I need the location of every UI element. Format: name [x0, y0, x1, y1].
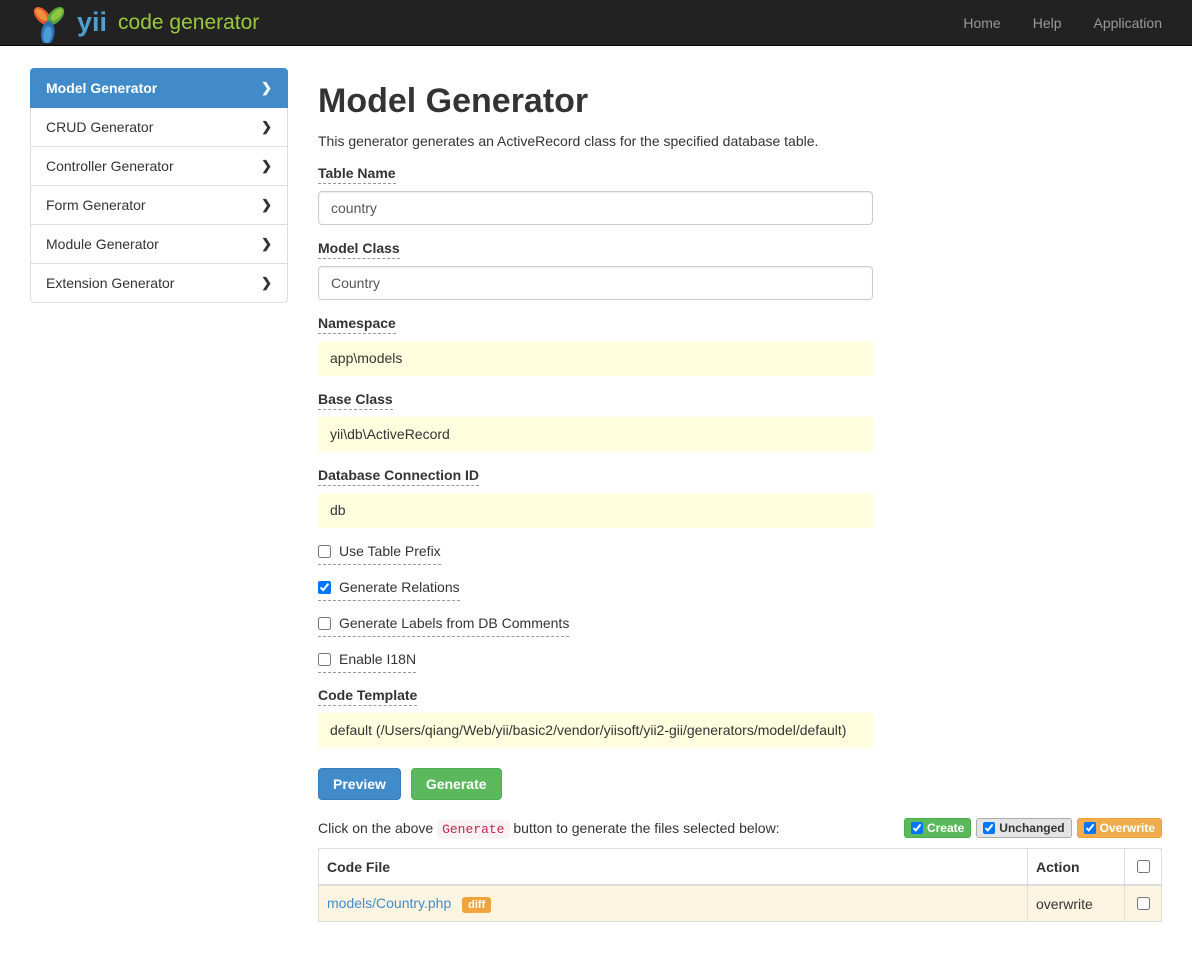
namespace-value[interactable]: app\models — [318, 341, 873, 376]
checkbox-label-text: Generate Relations — [339, 579, 460, 595]
brand-yii-text: yii — [77, 9, 107, 36]
hint-suffix: button to generate the files selected be… — [513, 820, 779, 836]
namespace-label[interactable]: Namespace — [318, 315, 396, 334]
filter-create-button[interactable]: Create — [904, 818, 971, 838]
page-container: Model Generator ❯ CRUD Generator ❯ Contr… — [0, 46, 1192, 962]
header-action: Action — [1028, 849, 1125, 886]
use-table-prefix-option[interactable]: Use Table Prefix — [318, 543, 441, 565]
generate-hint: Click on the above Generate button to ge… — [318, 820, 780, 837]
sidebar-item-extension-generator[interactable]: Extension Generator ❯ — [30, 264, 288, 303]
result-filters: Create Unchanged Overwrite — [899, 818, 1162, 838]
field-code-template: Code Template default (/Users/qiang/Web/… — [318, 687, 873, 748]
yii-logo-icon — [30, 3, 68, 43]
diff-badge[interactable]: diff — [462, 897, 491, 913]
generate-relations-option[interactable]: Generate Relations — [318, 579, 460, 601]
action-cell: overwrite — [1028, 885, 1125, 922]
preview-button[interactable]: Preview — [318, 768, 401, 800]
code-template-label[interactable]: Code Template — [318, 687, 417, 706]
filter-overwrite-button[interactable]: Overwrite — [1077, 818, 1162, 838]
action-buttons: Preview Generate — [318, 768, 1162, 800]
db-connection-id-value[interactable]: db — [318, 493, 873, 528]
brand-subtitle: code generator — [118, 12, 259, 33]
nav-link-application[interactable]: Application — [1094, 15, 1163, 31]
code-template-value[interactable]: default (/Users/qiang/Web/yii/basic2/ven… — [318, 713, 873, 748]
nav-link-home[interactable]: Home — [963, 15, 1000, 31]
chevron-right-icon: ❯ — [261, 275, 272, 291]
generate-relations-checkbox[interactable] — [318, 581, 331, 594]
results-bar: Click on the above Generate button to ge… — [318, 818, 1162, 838]
hint-code-generate: Generate — [437, 820, 509, 839]
chevron-right-icon: ❯ — [261, 236, 272, 252]
checkbox-label-text: Enable I18N — [339, 651, 416, 667]
sidebar-item-crud-generator[interactable]: CRUD Generator ❯ — [30, 108, 288, 147]
sidebar-item-label: Module Generator — [46, 236, 159, 252]
filter-overwrite-checkbox[interactable] — [1084, 822, 1096, 834]
filter-create-checkbox[interactable] — [911, 822, 923, 834]
field-model-class: Model Class — [318, 240, 873, 300]
base-class-value[interactable]: yii\db\ActiveRecord — [318, 417, 873, 452]
sidebar-item-form-generator[interactable]: Form Generator ❯ — [30, 186, 288, 225]
sidebar-item-controller-generator[interactable]: Controller Generator ❯ — [30, 147, 288, 186]
filter-label: Overwrite — [1100, 821, 1155, 835]
sidebar-item-model-generator[interactable]: Model Generator ❯ — [30, 68, 288, 108]
field-namespace: Namespace app\models — [318, 315, 873, 376]
field-db-connection-id: Database Connection ID db — [318, 467, 873, 528]
use-table-prefix-checkbox[interactable] — [318, 545, 331, 558]
table-name-input[interactable] — [318, 191, 873, 225]
chevron-right-icon: ❯ — [261, 119, 272, 135]
sidebar-item-label: Controller Generator — [46, 158, 174, 174]
chevron-right-icon: ❯ — [261, 80, 272, 96]
main-content: Model Generator This generator generates… — [318, 68, 1162, 922]
table-name-label[interactable]: Table Name — [318, 165, 396, 184]
generator-description: This generator generates an ActiveRecord… — [318, 133, 1162, 149]
checkbox-enable-i18n: Enable I18N — [318, 651, 1162, 673]
db-connection-id-label[interactable]: Database Connection ID — [318, 467, 479, 486]
filter-label: Create — [927, 821, 964, 835]
sidebar-item-module-generator[interactable]: Module Generator ❯ — [30, 225, 288, 264]
checkbox-generate-labels: Generate Labels from DB Comments — [318, 615, 1162, 637]
table-header-row: Code File Action — [319, 849, 1162, 886]
chevron-right-icon: ❯ — [261, 158, 272, 174]
chevron-right-icon: ❯ — [261, 197, 272, 213]
select-all-checkbox[interactable] — [1137, 860, 1150, 873]
field-base-class: Base Class yii\db\ActiveRecord — [318, 391, 873, 452]
generate-labels-checkbox[interactable] — [318, 617, 331, 630]
filter-unchanged-button[interactable]: Unchanged — [976, 818, 1071, 838]
generate-labels-option[interactable]: Generate Labels from DB Comments — [318, 615, 569, 637]
nav-link-help[interactable]: Help — [1033, 15, 1062, 31]
code-file-link[interactable]: models/Country.php — [327, 895, 451, 911]
sidebar-item-label: CRUD Generator — [46, 119, 153, 135]
sidebar-item-label: Extension Generator — [46, 275, 174, 291]
code-files-table: Code File Action models/Country.php diff… — [318, 848, 1162, 922]
filter-label: Unchanged — [999, 821, 1064, 835]
filter-unchanged-checkbox[interactable] — [983, 822, 995, 834]
enable-i18n-option[interactable]: Enable I18N — [318, 651, 416, 673]
checkbox-use-table-prefix: Use Table Prefix — [318, 543, 1162, 565]
hint-prefix: Click on the above — [318, 820, 433, 836]
brand[interactable]: yii code generator — [30, 3, 259, 43]
checkbox-label-text: Use Table Prefix — [339, 543, 441, 559]
model-class-label[interactable]: Model Class — [318, 240, 400, 259]
top-navbar: yii code generator Home Help Application — [0, 0, 1192, 46]
base-class-label[interactable]: Base Class — [318, 391, 393, 410]
checkbox-label-text: Generate Labels from DB Comments — [339, 615, 569, 631]
row-select-checkbox[interactable] — [1137, 897, 1150, 910]
sidebar-item-label: Model Generator — [46, 80, 157, 96]
sidebar-item-label: Form Generator — [46, 197, 146, 213]
field-table-name: Table Name — [318, 165, 873, 225]
enable-i18n-checkbox[interactable] — [318, 653, 331, 666]
page-title: Model Generator — [318, 82, 1162, 121]
generator-sidebar: Model Generator ❯ CRUD Generator ❯ Contr… — [30, 68, 288, 303]
checkbox-generate-relations: Generate Relations — [318, 579, 1162, 601]
header-code-file: Code File — [319, 849, 1028, 886]
model-class-input[interactable] — [318, 266, 873, 300]
navbar-links: Home Help Application — [931, 15, 1162, 31]
table-row: models/Country.php diff overwrite — [319, 885, 1162, 922]
generate-button[interactable]: Generate — [411, 768, 502, 800]
